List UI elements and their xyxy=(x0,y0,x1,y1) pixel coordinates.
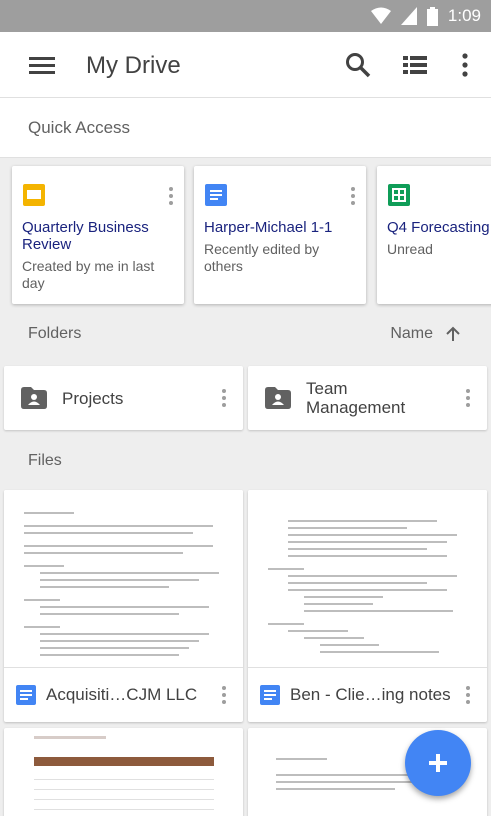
folder-name: Team Management xyxy=(306,379,406,417)
shared-folder-icon xyxy=(21,387,47,409)
folder-item[interactable]: Team Management xyxy=(248,366,487,430)
file-item[interactable] xyxy=(4,728,243,816)
page-title: My Drive xyxy=(86,52,181,79)
more-vert-icon[interactable] xyxy=(221,685,227,705)
file-item[interactable]: Acquisiti…CJM LLC xyxy=(4,490,243,722)
sort-label: Name xyxy=(390,325,433,342)
wifi-icon xyxy=(370,7,391,24)
menu-icon[interactable] xyxy=(28,51,56,79)
card-subtitle: Created by me in last day xyxy=(22,258,155,291)
card-file-name: Quarterly Business Review xyxy=(22,219,149,253)
file-thumbnail xyxy=(4,490,243,668)
quick-access-label: Quick Access xyxy=(28,118,131,137)
quick-access-header: Quick Access xyxy=(0,98,491,158)
file-name: Ben - Clie…ing notes xyxy=(290,685,451,704)
quick-access-card[interactable]: Harper-Michael 1-1 Recently edited by ot… xyxy=(194,166,366,304)
sort-control[interactable]: Name xyxy=(390,325,461,343)
card-file-name: Harper-Michael 1-1 xyxy=(204,219,333,236)
card-subtitle: Recently edited by others xyxy=(204,241,320,274)
quick-access-card[interactable]: Quarterly Business Review Created by me … xyxy=(12,166,184,304)
file-item[interactable]: Ben - Clie…ing notes xyxy=(248,490,487,722)
file-thumbnail xyxy=(34,736,214,816)
more-vert-icon[interactable] xyxy=(465,388,471,408)
app-bar: My Drive xyxy=(0,32,491,98)
status-bar: 1:09 xyxy=(0,0,491,32)
docs-icon xyxy=(205,184,227,206)
file-name: Acquisiti…CJM LLC xyxy=(46,685,198,704)
more-vert-icon[interactable] xyxy=(451,51,479,79)
search-icon[interactable] xyxy=(344,51,372,79)
sheets-icon xyxy=(388,184,410,206)
arrow-up-icon xyxy=(446,326,460,341)
more-vert-icon[interactable] xyxy=(221,388,227,408)
files-section-label: Files xyxy=(28,452,62,469)
quick-access-carousel[interactable]: Quarterly Business Review Created by me … xyxy=(0,158,491,316)
clock-time: 1:09 xyxy=(447,6,481,25)
docs-icon xyxy=(260,685,280,705)
more-vert-icon[interactable] xyxy=(465,685,471,705)
file-thumbnail xyxy=(248,490,487,668)
plus-icon xyxy=(429,754,447,772)
card-file-name: Q4 Forecasting xyxy=(387,219,490,236)
docs-icon xyxy=(16,685,36,705)
more-vert-icon[interactable] xyxy=(168,186,174,206)
card-subtitle: Unread xyxy=(387,241,433,257)
more-vert-icon[interactable] xyxy=(350,186,356,206)
list-view-icon[interactable] xyxy=(401,51,429,79)
new-item-fab[interactable] xyxy=(405,730,471,796)
quick-access-card[interactable]: Q4 Forecasting Unread xyxy=(377,166,491,304)
folder-item[interactable]: Projects xyxy=(4,366,243,430)
file-meta: Ben - Clie…ing notes xyxy=(248,668,487,722)
battery-icon xyxy=(426,6,438,26)
shared-folder-icon xyxy=(265,387,291,409)
slides-icon xyxy=(23,184,45,206)
folder-name: Projects xyxy=(62,389,124,408)
folders-section-label: Folders xyxy=(28,325,82,342)
file-meta: Acquisiti…CJM LLC xyxy=(4,668,243,722)
cell-signal-icon xyxy=(400,7,417,25)
